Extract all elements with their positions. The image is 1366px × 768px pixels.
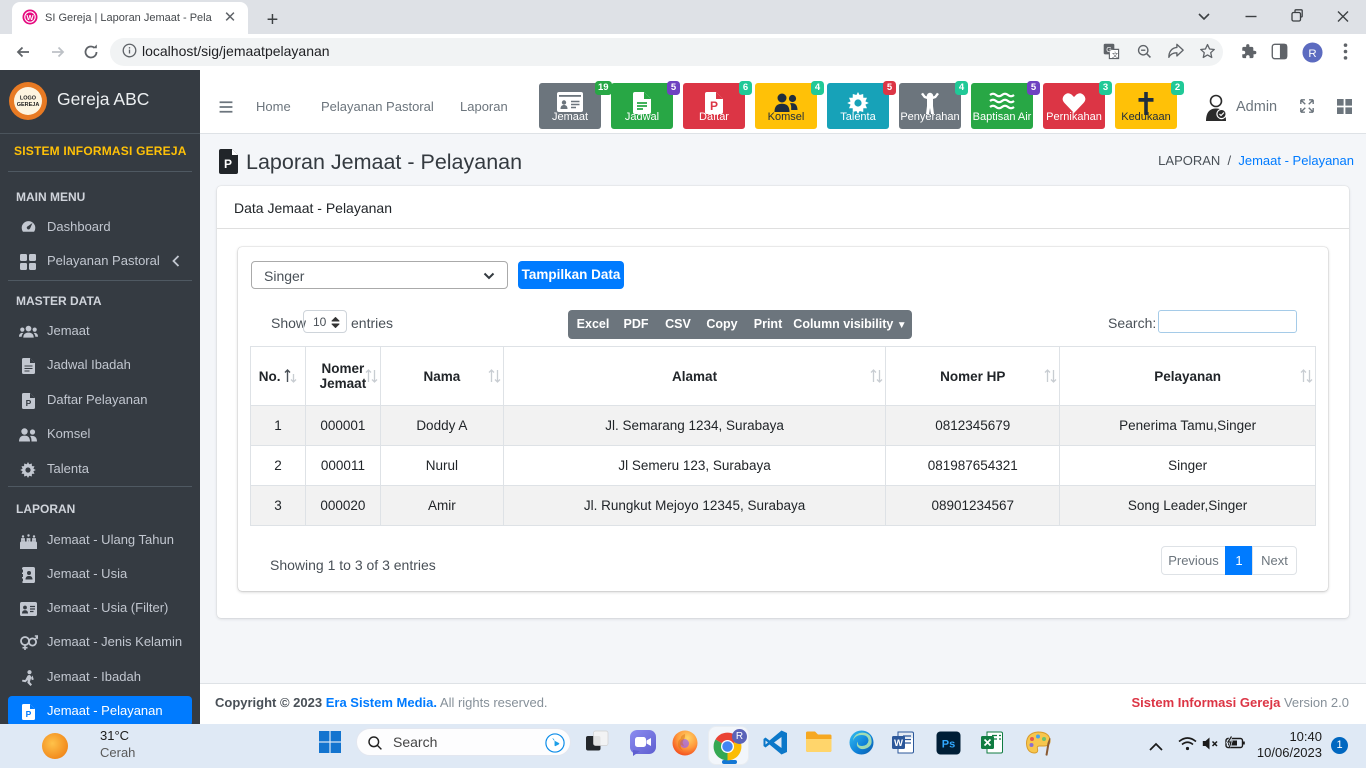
svg-text:P: P xyxy=(25,709,31,719)
svg-text:W: W xyxy=(894,738,903,749)
svg-text:文: 文 xyxy=(1112,50,1119,59)
svg-text:P: P xyxy=(25,398,31,408)
svg-text:R: R xyxy=(1308,48,1316,60)
svg-text:P: P xyxy=(224,157,232,171)
svg-text:Ps: Ps xyxy=(942,739,955,751)
svg-text:GEREJA: GEREJA xyxy=(17,102,40,108)
svg-text:LOGO: LOGO xyxy=(20,96,37,102)
svg-text:W: W xyxy=(26,13,34,22)
